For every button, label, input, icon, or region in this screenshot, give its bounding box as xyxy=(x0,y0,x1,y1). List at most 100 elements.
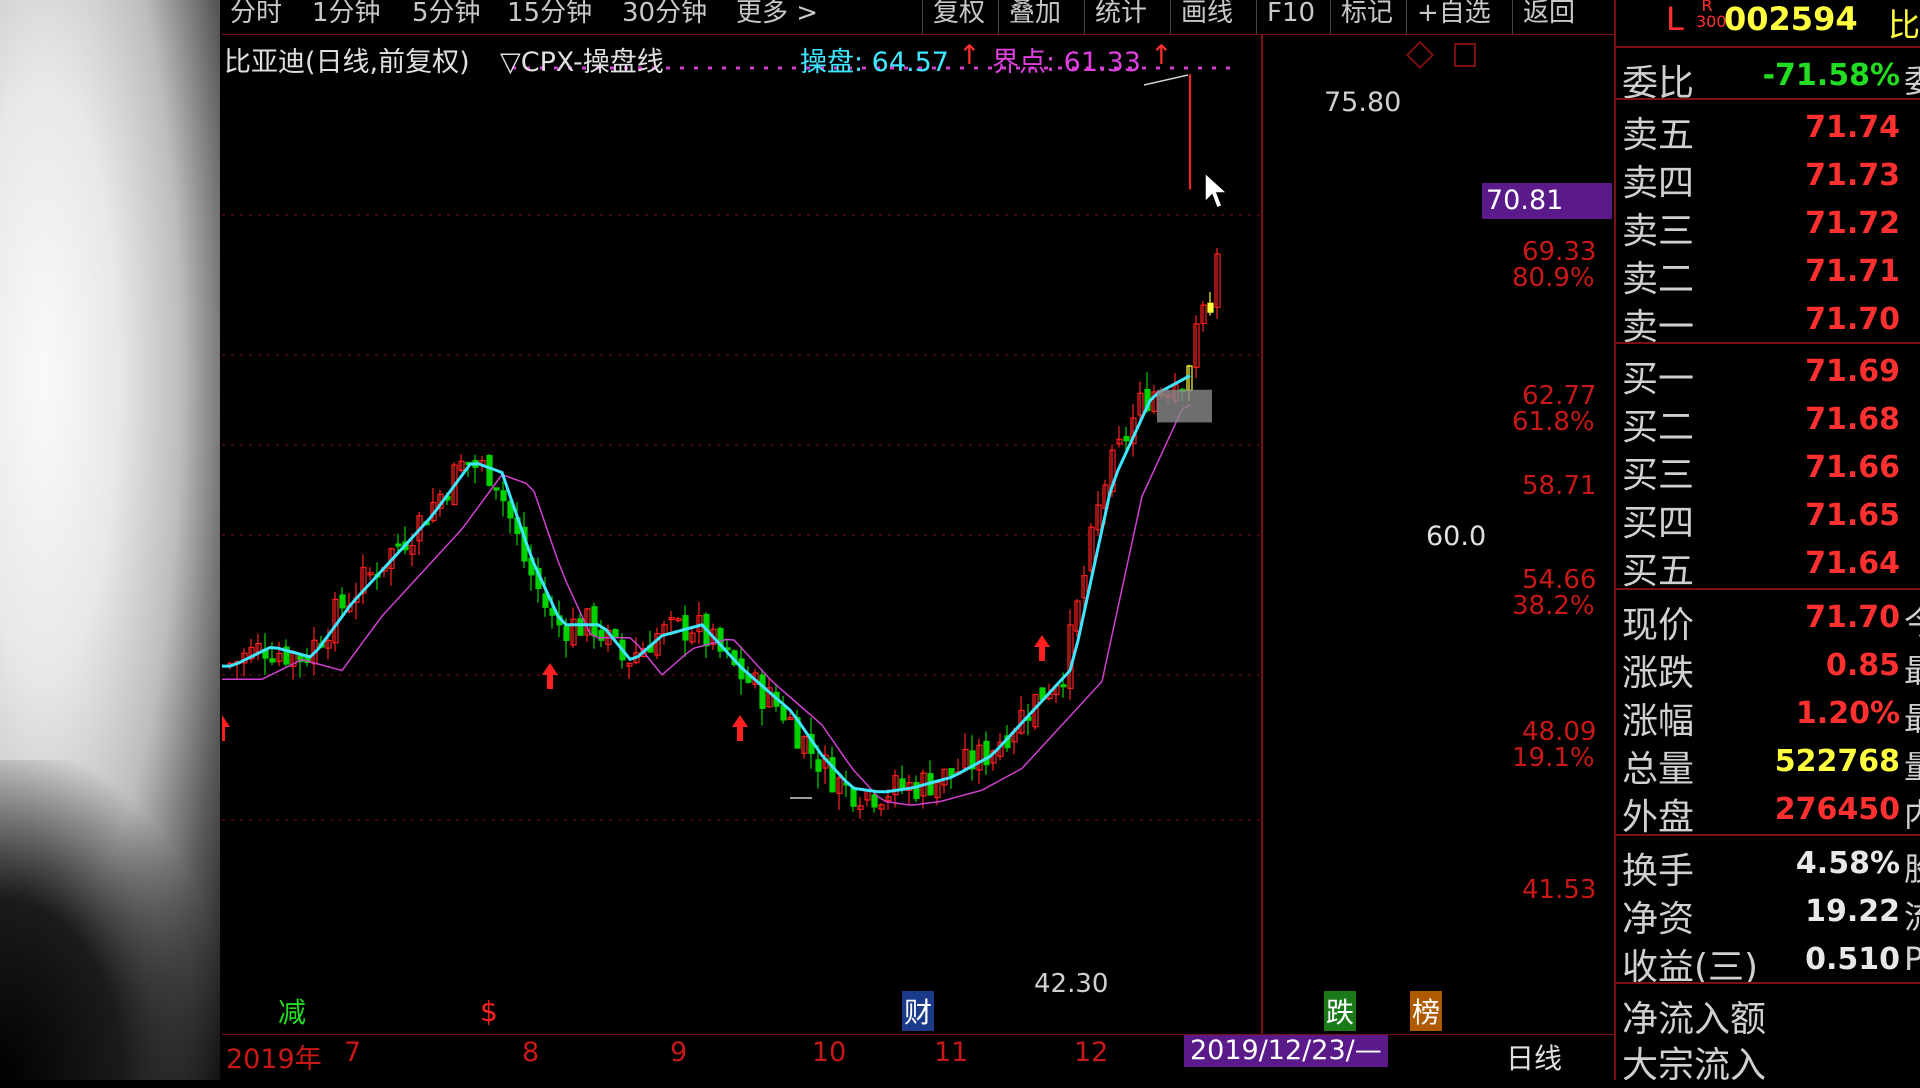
kline-chart[interactable]: 比亚迪(日线,前复权) ▽CPX-操盘线 操盘: 64.57 ↑ 界点: 61.… xyxy=(222,35,1614,1045)
op-value: 操盘: 64.57 xyxy=(800,47,949,78)
candle-body xyxy=(577,618,584,636)
stats-button[interactable]: 统计 xyxy=(1084,0,1147,34)
indicator-name[interactable]: ▽CPX-操盘线 xyxy=(500,40,664,79)
tab-fenshi[interactable]: 分时 xyxy=(230,0,282,34)
ma-fast-line xyxy=(222,374,1191,794)
bid-row[interactable]: 买二 71.68 xyxy=(1616,396,1920,448)
fib-level: 19.1% xyxy=(1512,743,1595,773)
box-value-label: 60.0 xyxy=(1426,521,1487,552)
candle-body xyxy=(486,454,493,486)
time-label: 2019年 xyxy=(226,1044,322,1075)
current-price-tag: 70.81 xyxy=(1482,183,1612,219)
fundamental-row: 净资19.22流 xyxy=(1622,894,1920,940)
ma-slow-line xyxy=(222,404,1191,806)
stat-row: 涨幅1.20%最 xyxy=(1622,696,1920,742)
candle-body xyxy=(598,629,605,641)
ask-row[interactable]: 卖二 71.71 xyxy=(1616,248,1920,300)
event-marker-cai[interactable]: 财 xyxy=(902,991,935,1031)
time-label: 12 xyxy=(1074,1037,1109,1068)
bid-row[interactable]: 买五 71.64 xyxy=(1616,540,1920,592)
fib-level: 80.9% xyxy=(1512,263,1595,293)
stat-row: 涨跌0.85最 xyxy=(1622,648,1920,694)
index-tag: R 300 xyxy=(1696,0,1727,31)
bid-row[interactable]: 买四 71.65 xyxy=(1616,492,1920,544)
top-toolbar: 分时 1分钟 5分钟 15分钟 30分钟 更多 > 复权 叠加 统计 画线 F1… xyxy=(222,0,1614,35)
candle-body xyxy=(1123,435,1130,442)
candle-body xyxy=(493,487,500,491)
event-marker-bang[interactable]: 榜 xyxy=(1410,991,1443,1031)
candle-body xyxy=(948,768,955,776)
time-label: 8 xyxy=(522,1037,540,1068)
high-price-label: 75.80 xyxy=(1324,87,1402,118)
tab-30min[interactable]: 30分钟 xyxy=(622,0,707,34)
mark-button[interactable]: 标记 xyxy=(1330,0,1393,34)
ask-row[interactable]: 卖三 71.72 xyxy=(1616,200,1920,252)
panel-toggle-icon[interactable] xyxy=(1454,43,1476,67)
time-axis: 2019年 7 8 9 10 11 12 2019/12/23/— 日线 xyxy=(222,1034,1614,1075)
candle-body xyxy=(1060,684,1067,688)
bound-up-arrow: ↑ xyxy=(1150,40,1173,71)
draw-line-button[interactable]: 画线 xyxy=(1170,0,1233,34)
cursor-date: 2019/12/23/— xyxy=(1184,1035,1388,1067)
ask-row[interactable]: 卖一 71.70 xyxy=(1616,296,1920,348)
period-label[interactable]: 日线 xyxy=(1506,1037,1562,1077)
buy-arrow-icon xyxy=(542,663,558,689)
stock-name: 比 xyxy=(1888,6,1920,44)
weibi-row: 委比 -71.58% 委 xyxy=(1622,58,1920,104)
ask-row[interactable]: 卖五 71.74 xyxy=(1616,104,1920,156)
bid-row[interactable]: 买一 71.69 xyxy=(1616,348,1920,400)
tab-5min[interactable]: 5分钟 xyxy=(412,0,481,34)
mouse-cursor-icon xyxy=(1204,172,1229,209)
chart-title: 比亚迪(日线,前复权) xyxy=(224,47,470,78)
buy-arrow-icon xyxy=(222,715,230,741)
tab-1min[interactable]: 1分钟 xyxy=(312,0,381,34)
candle-body xyxy=(339,594,346,609)
time-label: 10 xyxy=(812,1037,847,1068)
candle-body xyxy=(591,606,598,637)
candle-body xyxy=(269,658,276,663)
price-box xyxy=(1157,389,1212,423)
flow-row: 大宗流入 xyxy=(1622,1045,1767,1086)
candle-body xyxy=(500,490,507,502)
fundamental-row: 收益(三) 0.510 P xyxy=(1622,940,1920,988)
stock-code: 002594 xyxy=(1724,0,1858,38)
stock-header: L R 300 002594 比 xyxy=(1616,0,1920,46)
event-marker-die[interactable]: 跌 xyxy=(1324,991,1357,1031)
kline-canvas[interactable] xyxy=(222,35,1614,1035)
f10-button[interactable]: F10 xyxy=(1256,0,1315,34)
tab-15min[interactable]: 15分钟 xyxy=(507,0,592,34)
low-price-label: 42.30 xyxy=(1034,969,1109,999)
time-label: 7 xyxy=(344,1037,362,1068)
fuquan-button[interactable]: 复权 xyxy=(922,0,985,34)
candle-body xyxy=(850,787,857,807)
price-level: 58.71 xyxy=(1522,471,1597,501)
candle-body xyxy=(780,705,787,721)
op-up-arrow: ↑ xyxy=(958,40,981,71)
fundamental-row: 换手4.58%股 xyxy=(1622,846,1920,892)
quote-panel: L R 300 002594 比 委比 -71.58% 委 卖五71.74 卖四… xyxy=(1614,0,1920,1086)
candle-body xyxy=(1207,302,1214,313)
bid-row[interactable]: 买三 71.66 xyxy=(1616,444,1920,496)
fib-level: 38.2% xyxy=(1512,591,1595,621)
desktop-background xyxy=(0,0,220,1080)
candle-body xyxy=(983,740,990,766)
candle-body xyxy=(815,759,822,772)
time-label: 9 xyxy=(670,1037,688,1068)
overlay-button[interactable]: 叠加 xyxy=(998,0,1061,34)
event-marker-jian[interactable]: 减 xyxy=(278,991,306,1031)
price-level: 41.53 xyxy=(1522,875,1597,905)
event-marker-dollar[interactable]: $ xyxy=(480,995,498,1028)
add-watchlist-button[interactable]: +自选 xyxy=(1406,0,1491,34)
stat-row: 总量522768量 xyxy=(1622,744,1920,790)
tab-more[interactable]: 更多 > xyxy=(736,0,818,34)
candle-body xyxy=(612,629,619,638)
buy-arrow-icon xyxy=(732,715,748,741)
back-button[interactable]: 返回 xyxy=(1512,0,1575,34)
high-arrow xyxy=(1143,74,1189,86)
buy-arrow-icon xyxy=(1034,635,1050,661)
time-label: 11 xyxy=(934,1037,969,1068)
stat-row: 现价71.70今 xyxy=(1622,600,1920,646)
ask-row[interactable]: 卖四 71.73 xyxy=(1616,152,1920,204)
flow-row: 净流入额 xyxy=(1622,999,1767,1040)
fib-level: 61.8% xyxy=(1512,407,1595,437)
